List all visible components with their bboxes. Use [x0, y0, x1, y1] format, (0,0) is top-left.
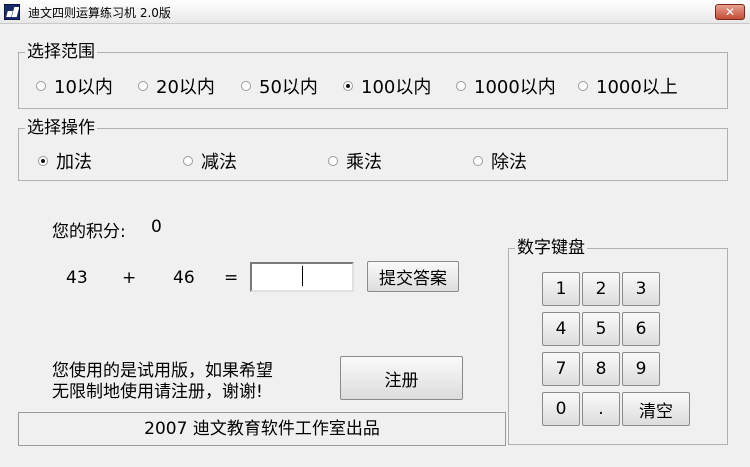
operation-option-divide[interactable]: 除法	[473, 148, 527, 174]
key-2[interactable]: 2	[582, 272, 620, 306]
score-label: 您的积分:	[52, 222, 126, 242]
key-6[interactable]: 6	[622, 312, 660, 346]
key-9[interactable]: 9	[622, 352, 660, 386]
range-option-20[interactable]: 20以内	[138, 73, 215, 99]
range-option-1000-plus[interactable]: 1000以上	[578, 73, 678, 99]
key-5[interactable]: 5	[582, 312, 620, 346]
key-1[interactable]: 1	[542, 272, 580, 306]
range-option-1000[interactable]: 1000以内	[456, 73, 556, 99]
range-option-label: 50以内	[259, 77, 318, 98]
key-4[interactable]: 4	[542, 312, 580, 346]
radio-button[interactable]	[456, 81, 466, 91]
radio-button-selected[interactable]	[38, 156, 48, 166]
keypad-group-legend: 数字键盘	[517, 238, 585, 258]
range-option-label: 10以内	[54, 77, 113, 98]
operation-option-label: 减法	[201, 152, 237, 173]
operation-option-label: 加法	[56, 152, 92, 173]
window-title: 迪文四则运算练习机 2.0版	[28, 6, 171, 20]
operation-group-legend: 选择操作	[27, 118, 95, 138]
text-cursor	[302, 266, 303, 286]
close-button[interactable]: ✕	[715, 4, 745, 20]
radio-button[interactable]	[473, 156, 483, 166]
key-decimal[interactable]: .	[582, 392, 620, 426]
operation-option-label: 除法	[491, 152, 527, 173]
radio-button[interactable]	[328, 156, 338, 166]
key-clear[interactable]: 清空	[622, 392, 690, 426]
range-group-legend: 选择范围	[27, 42, 95, 62]
operand-2: 46	[173, 268, 195, 288]
range-option-label: 1000以内	[474, 77, 556, 98]
key-0[interactable]: 0	[542, 392, 580, 426]
key-8[interactable]: 8	[582, 352, 620, 386]
radio-button[interactable]	[138, 81, 148, 91]
submit-answer-button[interactable]: 提交答案	[367, 261, 459, 292]
key-3[interactable]: 3	[622, 272, 660, 306]
radio-button[interactable]	[36, 81, 46, 91]
footer-credit: 2007 迪文教育软件工作室出品	[18, 412, 506, 446]
range-option-100[interactable]: 100以内	[343, 73, 431, 99]
trial-notice-line-2: 无限制地使用请注册，谢谢!	[52, 382, 263, 402]
operand-1: 43	[66, 268, 88, 288]
operation-option-subtract[interactable]: 减法	[183, 148, 237, 174]
register-button[interactable]: 注册	[340, 356, 463, 400]
operation-option-label: 乘法	[346, 152, 382, 173]
operator-sign: +	[122, 268, 137, 288]
app-logo-icon	[4, 4, 20, 20]
title-bar: 迪文四则运算练习机 2.0版 ✕	[0, 0, 750, 24]
range-option-10[interactable]: 10以内	[36, 73, 113, 99]
range-option-label: 1000以上	[596, 77, 678, 98]
range-option-50[interactable]: 50以内	[241, 73, 318, 99]
radio-button-selected[interactable]	[343, 81, 353, 91]
radio-button[interactable]	[241, 81, 251, 91]
radio-button[interactable]	[183, 156, 193, 166]
radio-button[interactable]	[578, 81, 588, 91]
equals-sign: =	[224, 268, 239, 288]
range-option-label: 100以内	[361, 77, 432, 98]
range-option-label: 20以内	[156, 77, 215, 98]
main-window: 迪文四则运算练习机 2.0版 ✕ 选择范围 10以内 20以内 50以内 100…	[0, 0, 750, 467]
operation-option-add[interactable]: 加法	[38, 148, 92, 174]
score-value: 0	[151, 217, 162, 237]
operation-option-multiply[interactable]: 乘法	[328, 148, 382, 174]
key-7[interactable]: 7	[542, 352, 580, 386]
